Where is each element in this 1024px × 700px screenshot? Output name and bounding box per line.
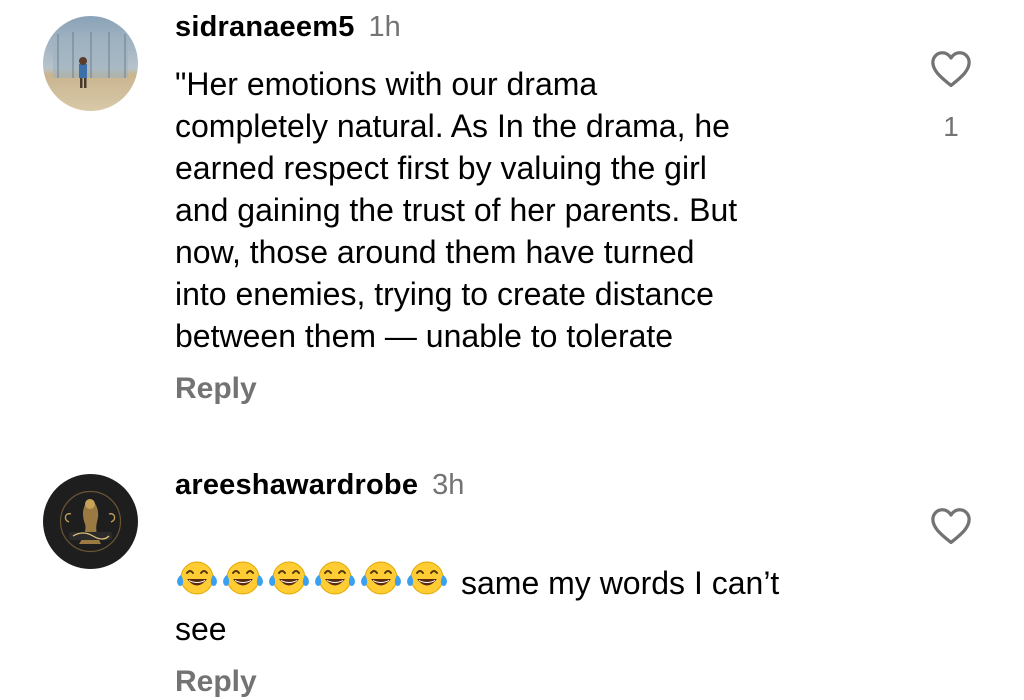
like-count: 1 — [943, 111, 959, 142]
comment-text: same my words I can’t see — [175, 516, 895, 650]
timestamp: 1h — [368, 11, 401, 43]
timestamp: 3h — [432, 469, 465, 501]
tears-of-joy-emoji-icon — [223, 561, 263, 595]
like-column — [925, 507, 977, 568]
reply-button[interactable]: Reply — [175, 371, 895, 407]
like-column: 1 — [925, 50, 977, 143]
reply-button[interactable]: Reply — [175, 664, 895, 700]
tears-of-joy-emoji-icon — [315, 561, 355, 595]
comment-header: sidranaeem5 1h — [175, 10, 895, 44]
avatar[interactable] — [43, 16, 138, 111]
tears-of-joy-emoji-icon — [269, 561, 309, 595]
username[interactable]: areeshawardrobe — [175, 469, 418, 501]
tears-of-joy-emoji-icon — [407, 561, 447, 595]
avatar[interactable] — [43, 474, 138, 569]
like-heart-icon[interactable] — [930, 507, 972, 550]
comment-text: "Her emotions with our drama completely … — [175, 66, 738, 354]
avatar-photo — [43, 16, 138, 111]
emoji-row — [175, 558, 451, 608]
avatar-logo — [43, 474, 138, 569]
username[interactable]: sidranaeem5 — [175, 11, 355, 43]
tears-of-joy-emoji-icon — [361, 561, 401, 595]
tears-of-joy-emoji-icon — [177, 561, 217, 595]
comment-header: areeshawardrobe 3h — [175, 468, 895, 502]
like-heart-icon[interactable] — [930, 50, 972, 93]
